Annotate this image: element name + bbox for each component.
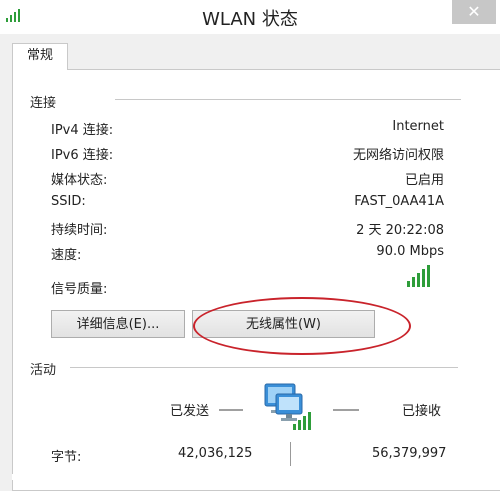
row-label-ipv6: IPv6 连接:: [51, 148, 114, 163]
received-connector: [333, 409, 359, 411]
received-label: 已接收: [402, 404, 442, 419]
signal-bar: [427, 265, 430, 287]
sent-label: 已发送: [170, 404, 210, 419]
row-label-media-state: 媒体状态:: [51, 173, 108, 188]
section-connection-label: 连接: [30, 96, 57, 111]
signal-bar: [422, 269, 425, 287]
close-button[interactable]: ✕: [452, 0, 496, 24]
signal-bar: [417, 273, 420, 287]
window-title: WLAN 状态: [202, 9, 298, 30]
signal-bar: [407, 281, 410, 287]
row-label-speed: 速度:: [51, 248, 82, 263]
bytes-sent-value: 42,036,125: [178, 446, 253, 461]
network-computer-icon: [264, 383, 311, 430]
row-value-speed: 90.0 Mbps: [376, 244, 444, 259]
row-value-media-state: 已启用: [404, 173, 444, 188]
signal-strength-icon: [407, 265, 430, 287]
title-bar: WLAN 状态 ✕: [0, 0, 500, 34]
tab-general[interactable]: 常规: [12, 43, 68, 70]
signal-bar: [412, 277, 415, 287]
highlight-annotation: [193, 297, 411, 355]
row-value-ipv6: 无网络访问权限: [352, 148, 444, 163]
row-value-ipv4: Internet: [392, 119, 444, 134]
details-button[interactable]: 详细信息(E)...: [51, 310, 185, 338]
row-label-ssid: SSID:: [51, 194, 86, 209]
row-label-duration: 持续时间:: [51, 223, 108, 238]
row-value-duration: 2 天 20:22:08: [356, 223, 444, 238]
sent-connector: [219, 409, 243, 411]
panel-bottom: [12, 474, 500, 480]
bytes-received-value: 56,379,997: [372, 446, 447, 461]
row-label-ipv4: IPv4 连接:: [51, 123, 114, 138]
activity-divider: [70, 367, 458, 368]
section-activity-label: 活动: [30, 363, 57, 378]
section-divider: [115, 99, 461, 100]
row-label-signal-quality: 信号质量:: [51, 282, 108, 297]
row-value-ssid: FAST_0AA41A: [354, 194, 444, 209]
close-icon: ✕: [467, 2, 481, 21]
bytes-separator: [290, 442, 291, 466]
bytes-label: 字节:: [51, 450, 82, 465]
